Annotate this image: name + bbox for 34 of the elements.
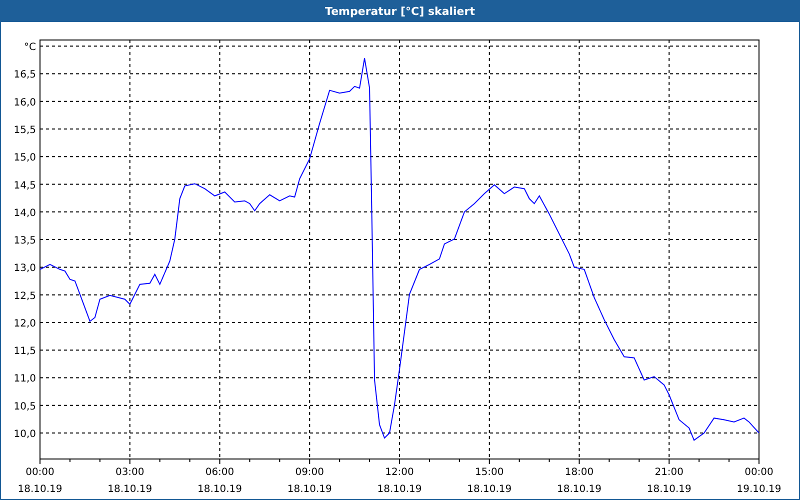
y-tick-label: °C	[24, 42, 36, 54]
x-tick-label: 09:00	[295, 467, 324, 478]
y-tick-label: 12,0	[14, 318, 36, 330]
y-tick-label: 15,0	[14, 152, 36, 164]
y-tick-label: 10,5	[14, 401, 36, 412]
x-tick-label: 15:00	[474, 467, 504, 478]
y-tick-label: 11,5	[14, 346, 36, 358]
x-tick-label: 00:00	[744, 467, 774, 478]
x-tick-date: 18.10.19	[197, 484, 242, 495]
x-tick-date: 18.10.19	[287, 484, 332, 495]
y-tick-label: 14,0	[14, 208, 36, 219]
window-title: Temperatur [°C] skaliert	[1, 0, 799, 22]
x-tick-date: 18.10.19	[108, 484, 152, 495]
x-tick-label: 12:00	[385, 467, 414, 478]
x-tick-label: 18:00	[564, 467, 594, 478]
x-tick-label: 21:00	[654, 467, 684, 478]
y-tick-label: 13,0	[14, 263, 36, 274]
x-tick-label: 03:00	[115, 467, 144, 478]
y-tick-label: 12,5	[14, 290, 36, 302]
y-tick-label: 16,5	[14, 70, 36, 81]
x-tick-date: 18.10.19	[467, 484, 512, 495]
x-tick-date: 19.10.19	[736, 484, 782, 495]
x-tick-date: 18.10.19	[646, 484, 692, 495]
y-tick-label: 14,5	[14, 180, 36, 192]
y-tick-label: 10,0	[14, 429, 36, 440]
x-tick-date: 18.10.19	[556, 484, 602, 495]
x-tick-label: 00:00	[26, 467, 54, 478]
x-tick-date: 18.10.19	[18, 484, 62, 495]
x-tick-label: 06:00	[205, 467, 234, 478]
y-tick-label: 16,0	[14, 97, 36, 108]
y-tick-label: 13,5	[14, 236, 36, 247]
y-tick-label: 11,0	[14, 374, 36, 385]
x-tick-date: 18.10.19	[377, 484, 422, 495]
y-tick-label: 15,5	[14, 125, 36, 136]
